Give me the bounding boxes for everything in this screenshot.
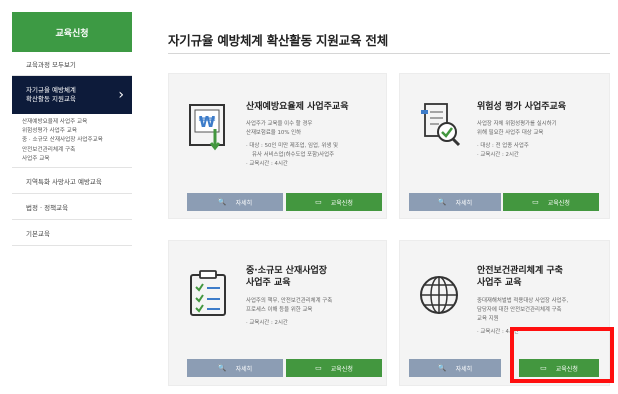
card-title: 중·소규모 산재사업장 사업주 교육: [246, 266, 328, 288]
title-divider: [168, 53, 610, 54]
course-card: 중·소규모 산재사업장 사업주 교육 사업주의 책무, 안전보건관리체계 구축 …: [168, 240, 387, 386]
card-description: 사업주가 교육을 이수 할 경우 산재보험료율 10% 인하 · 대상 : 50…: [246, 121, 338, 167]
clipboard-checklist-icon: [190, 270, 226, 316]
book-icon: ▭: [315, 198, 322, 206]
svg-text:₩: ₩: [199, 113, 216, 131]
detail-button[interactable]: 🔍 자세히: [409, 193, 501, 211]
page-title: 자기규율 예방체계 확산활동 지원교육 전체: [168, 33, 389, 48]
apply-button[interactable]: ▭ 교육신청: [286, 359, 382, 377]
submenu-item[interactable]: 안전보건관리체계 구축: [22, 146, 132, 154]
sidebar-submenu: 산재예방요율제 사업주 교육 위험성평가 사업주 교육 중 · 소규모 산재사업…: [12, 114, 132, 168]
card-description: 사업장 자체 위험성평가를 실시하기 위해 필요한 사업주 대상 교육 · 대상…: [477, 121, 557, 158]
submenu-item[interactable]: 산재예방요율제 사업주 교육: [22, 118, 132, 127]
book-icon: ▭: [315, 364, 322, 372]
course-card: ₩ 산재예방요율제 사업주교육 사업주가 교육을 이수 할 경우 산재보험료율 …: [168, 73, 387, 219]
won-document-icon: ₩: [189, 104, 225, 151]
sidebar: 교육신청 교육과정 모두보기 자기규율 예방체계 확산활동 지원교육 › 산재예…: [12, 12, 132, 246]
detail-button[interactable]: 🔍 자세히: [409, 359, 501, 377]
detail-button[interactable]: 🔍 자세히: [187, 359, 283, 377]
sidebar-item-all-courses[interactable]: 교육과정 모두보기: [12, 52, 132, 76]
checklist-magnifier-icon: [421, 103, 461, 147]
highlight-box: [510, 327, 614, 383]
search-icon: 🔍: [437, 364, 447, 372]
chevron-right-icon: ›: [118, 86, 124, 103]
book-icon: ▭: [532, 198, 539, 206]
card-title: 안전보건관리체계 구축 사업주 교육: [477, 266, 563, 288]
detail-button[interactable]: 🔍 자세히: [187, 193, 283, 211]
card-title: 위험성 평가 사업주교육: [477, 102, 567, 112]
search-icon: 🔍: [217, 198, 227, 206]
apply-button[interactable]: ▭ 교육신청: [503, 193, 599, 211]
sidebar-item-active[interactable]: 자기규율 예방체계 확산활동 지원교육 ›: [12, 76, 132, 114]
submenu-item[interactable]: 위험성평가 사업주 교육: [22, 127, 132, 136]
sidebar-item-basic[interactable]: 기본교육: [12, 220, 132, 246]
course-card: 위험성 평가 사업주교육 사업장 자체 위험성평가를 실시하기 위해 필요한 사…: [399, 73, 610, 219]
card-description: 사업주의 책무, 안전보건관리체계 구축 프로세스 이해 등을 위한 교육 · …: [246, 298, 333, 326]
globe-icon: [420, 276, 458, 314]
sidebar-header: 교육신청: [12, 12, 132, 52]
apply-button[interactable]: ▭ 교육신청: [286, 193, 382, 211]
search-icon: 🔍: [217, 364, 227, 372]
submenu-item[interactable]: 중 · 소규모 산재사업장 사업주교육: [22, 136, 132, 145]
submenu-item[interactable]: 사업주 교육: [22, 155, 132, 163]
sidebar-item-legal[interactable]: 법정 · 정책교육: [12, 194, 132, 220]
sidebar-item-regional[interactable]: 지역특화 사망사고 예방교육: [12, 168, 132, 194]
sidebar-item-label: 자기규율 예방체계 확산활동 지원교육: [26, 86, 76, 103]
card-title: 산재예방요율제 사업주교육: [246, 102, 349, 112]
search-icon: 🔍: [437, 198, 447, 206]
